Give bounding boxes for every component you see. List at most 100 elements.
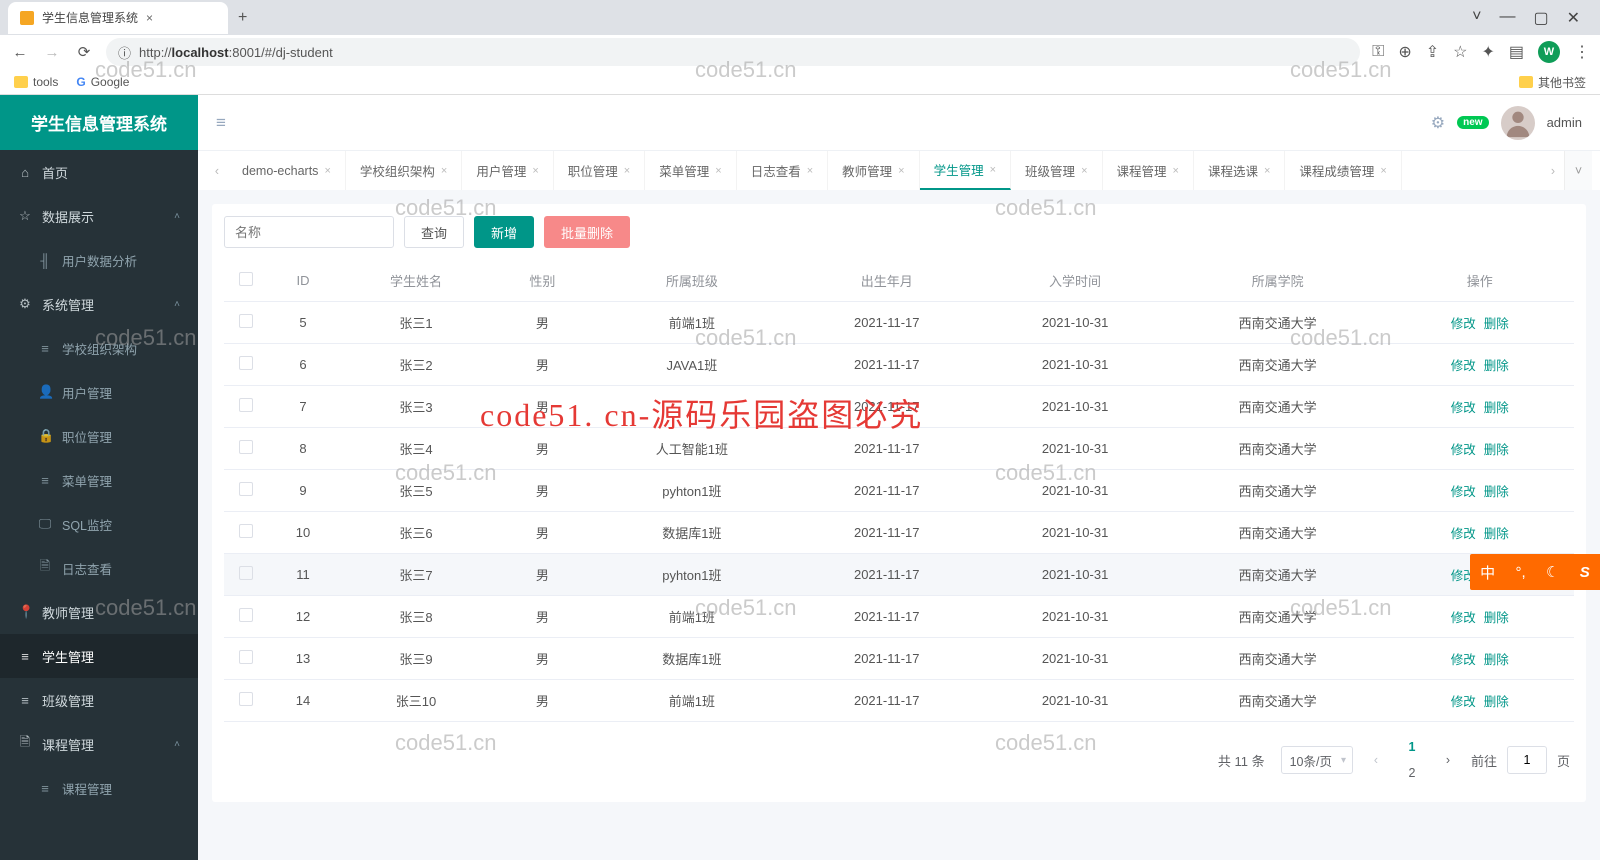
ime-moon-icon[interactable]: ☾ — [1546, 563, 1559, 581]
edit-link[interactable]: 修改 — [1451, 695, 1476, 709]
page-tab[interactable]: 学校组织架构× — [346, 151, 462, 190]
delete-link[interactable]: 删除 — [1484, 653, 1509, 667]
page-size-select[interactable]: 10条/页 — [1281, 746, 1353, 774]
tab-close-icon[interactable]: × — [1264, 165, 1270, 177]
delete-link[interactable]: 删除 — [1484, 359, 1509, 373]
tab-close-icon[interactable]: × — [1173, 165, 1179, 177]
name-filter-input[interactable] — [224, 216, 394, 248]
delete-link[interactable]: 删除 — [1484, 527, 1509, 541]
page-tab[interactable]: 日志查看× — [737, 151, 828, 190]
goto-page-input[interactable] — [1507, 746, 1547, 774]
sidebar-item-menu-mgmt[interactable]: ≡菜单管理 — [0, 458, 198, 502]
page-tab[interactable]: 课程成绩管理× — [1285, 151, 1401, 190]
reading-list-icon[interactable]: ▤ — [1509, 42, 1524, 62]
delete-link[interactable]: 删除 — [1484, 317, 1509, 331]
sidebar-item-course-mgmt[interactable]: 🗎课程管理˄ — [0, 722, 198, 766]
table-row[interactable]: 8张三4男人工智能1班2021-11-172021-10-31西南交通大学修改删… — [224, 428, 1574, 470]
tab-close-icon[interactable]: × — [715, 165, 721, 177]
batch-delete-button[interactable]: 批量删除 — [544, 216, 630, 248]
sidebar-toggle-button[interactable]: ≡ — [216, 113, 226, 133]
edit-link[interactable]: 修改 — [1451, 653, 1476, 667]
row-checkbox[interactable] — [239, 440, 253, 454]
extensions-icon[interactable]: ✦ — [1481, 42, 1494, 62]
ime-lang[interactable]: 中 — [1480, 562, 1495, 583]
tabs-scroll-left-button[interactable]: ‹ — [206, 151, 228, 190]
zoom-icon[interactable]: ⊕ — [1398, 42, 1411, 62]
bookmark-other[interactable]: 其他书签 — [1519, 74, 1586, 91]
page-tab[interactable]: demo-echarts× — [228, 151, 346, 190]
url-input[interactable]: ⓘ http://localhost:8001/#/dj-student — [106, 38, 1360, 66]
window-maximize-icon[interactable]: ▢ — [1533, 8, 1548, 28]
window-minimize-icon[interactable]: — — [1499, 8, 1515, 28]
tab-close-icon[interactable]: × — [990, 164, 996, 176]
select-all-checkbox[interactable] — [239, 272, 253, 286]
table-row[interactable]: 13张三9男数据库1班2021-11-172021-10-31西南交通大学修改删… — [224, 638, 1574, 680]
pagination-page-button[interactable]: 2 — [1399, 760, 1425, 786]
tab-close-icon[interactable]: × — [898, 165, 904, 177]
delete-link[interactable]: 删除 — [1484, 695, 1509, 709]
sidebar-item-system-mgmt[interactable]: ⚙系统管理˄ — [0, 282, 198, 326]
pagination-page-button[interactable]: 1 — [1399, 734, 1425, 760]
edit-link[interactable]: 修改 — [1451, 401, 1476, 415]
sidebar-item-school-org[interactable]: ≡学校组织架构 — [0, 326, 198, 370]
table-row[interactable]: 12张三8男前端1班2021-11-172021-10-31西南交通大学修改删除 — [224, 596, 1574, 638]
table-row[interactable]: 11张三7男pyhton1班2021-11-172021-10-31西南交通大学… — [224, 554, 1574, 596]
sidebar-item-log-view[interactable]: 🗎日志查看 — [0, 546, 198, 590]
tab-close-icon[interactable]: × — [146, 11, 153, 25]
sidebar-item-user-data-analysis[interactable]: ╢用户数据分析 — [0, 238, 198, 282]
page-tab[interactable]: 教师管理× — [828, 151, 919, 190]
table-row[interactable]: 6张三2男JAVA1班2021-11-172021-10-31西南交通大学修改删… — [224, 344, 1574, 386]
pagination-prev-button[interactable]: ‹ — [1363, 747, 1389, 773]
row-checkbox[interactable] — [239, 566, 253, 580]
edit-link[interactable]: 修改 — [1451, 485, 1476, 499]
row-checkbox[interactable] — [239, 398, 253, 412]
delete-link[interactable]: 删除 — [1484, 443, 1509, 457]
table-row[interactable]: 14张三10男前端1班2021-11-172021-10-31西南交通大学修改删… — [224, 680, 1574, 722]
ime-punct[interactable]: °, — [1516, 564, 1526, 581]
tab-close-icon[interactable]: × — [532, 165, 538, 177]
sidebar-item-course-mgmt-sub[interactable]: ≡课程管理 — [0, 766, 198, 810]
key-icon[interactable]: ⚿ — [1372, 43, 1384, 61]
row-checkbox[interactable] — [239, 482, 253, 496]
page-tab[interactable]: 学生管理× — [920, 151, 1011, 190]
tabs-scroll-right-button[interactable]: › — [1542, 151, 1564, 190]
sidebar-item-sql-monitor[interactable]: 🖵SQL监控 — [0, 502, 198, 546]
settings-icon[interactable]: ⚙ — [1431, 113, 1445, 133]
user-avatar[interactable] — [1501, 106, 1535, 140]
sidebar-item-data-display[interactable]: ☆数据展示˄ — [0, 194, 198, 238]
row-checkbox[interactable] — [239, 692, 253, 706]
nav-back-button[interactable]: ← — [10, 44, 30, 61]
browser-tab[interactable]: 学生信息管理系统 × — [8, 2, 228, 34]
table-row[interactable]: 7张三3男2021-11-172021-10-31西南交通大学修改删除 — [224, 386, 1574, 428]
page-tab[interactable]: 课程选课× — [1194, 151, 1285, 190]
add-button[interactable]: 新增 — [474, 216, 534, 248]
edit-link[interactable]: 修改 — [1451, 443, 1476, 457]
sidebar-item-teacher-mgmt[interactable]: 📍教师管理 — [0, 590, 198, 634]
edit-link[interactable]: 修改 — [1451, 527, 1476, 541]
delete-link[interactable]: 删除 — [1484, 401, 1509, 415]
row-checkbox[interactable] — [239, 314, 253, 328]
table-row[interactable]: 9张三5男pyhton1班2021-11-172021-10-31西南交通大学修… — [224, 470, 1574, 512]
tab-close-icon[interactable]: × — [324, 165, 330, 177]
tab-close-icon[interactable]: × — [1380, 165, 1386, 177]
row-checkbox[interactable] — [239, 356, 253, 370]
pagination-next-button[interactable]: › — [1435, 747, 1461, 773]
window-dropdown-icon[interactable]: ˅ — [1472, 8, 1481, 28]
bookmark-google[interactable]: GGoogle — [76, 75, 129, 89]
page-tab[interactable]: 班级管理× — [1011, 151, 1102, 190]
edit-link[interactable]: 修改 — [1451, 611, 1476, 625]
page-tab[interactable]: 菜单管理× — [645, 151, 736, 190]
page-tab[interactable]: 用户管理× — [462, 151, 553, 190]
tab-close-icon[interactable]: × — [1081, 165, 1087, 177]
sidebar-item-user-mgmt[interactable]: 👤用户管理 — [0, 370, 198, 414]
sidebar-item-student-mgmt[interactable]: ≡学生管理 — [0, 634, 198, 678]
share-icon[interactable]: ⇪ — [1426, 42, 1439, 62]
menu-kebab-icon[interactable]: ⋮ — [1574, 42, 1590, 62]
sidebar-item-position-mgmt[interactable]: 🔒职位管理 — [0, 414, 198, 458]
site-info-icon[interactable]: ⓘ — [118, 43, 131, 62]
page-tab[interactable]: 职位管理× — [554, 151, 645, 190]
query-button[interactable]: 查询 — [404, 216, 464, 248]
nav-reload-button[interactable]: ⟳ — [74, 43, 94, 61]
tabs-dropdown-button[interactable]: ˅ — [1564, 151, 1592, 190]
row-checkbox[interactable] — [239, 608, 253, 622]
